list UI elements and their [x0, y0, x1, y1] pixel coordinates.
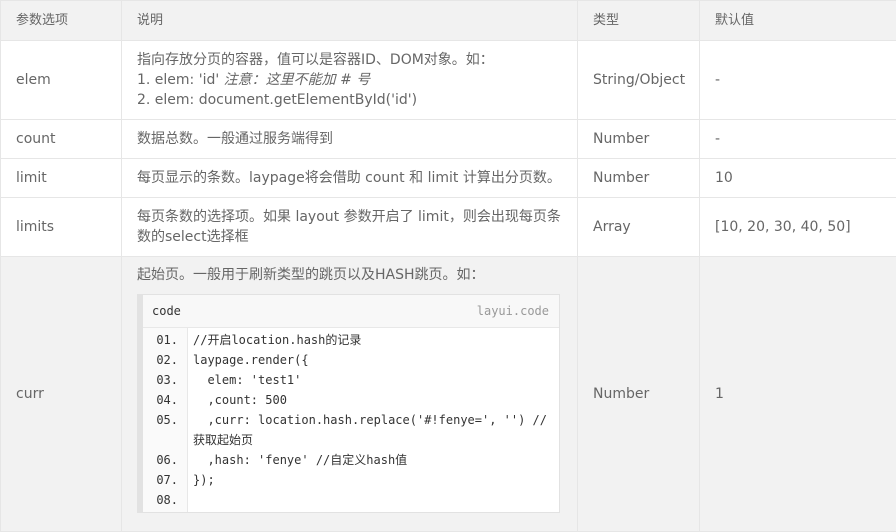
desc-line-1-note: 注意：这里不能加 # 号 [224, 72, 371, 88]
default-cell: 10 [700, 159, 896, 198]
type-cell: Number [578, 159, 700, 198]
param-cell: curr [1, 257, 122, 532]
line-number: 04. [143, 390, 187, 410]
desc-main: 指向存放分页的容器，值可以是容器ID、DOM对象。如： [137, 50, 562, 70]
code-block-body: 01. 02. 03. 04. 05. 06. 07. 08. //开启loca… [143, 328, 559, 512]
line-number: 08. [143, 490, 187, 510]
code-lines[interactable]: //开启location.hash的记录 laypage.render({ el… [188, 328, 559, 512]
code-block-header: code layui.code [143, 295, 559, 328]
table-row-limits: limits 每页条数的选择项。如果 layout 参数开启了 limit，则会… [1, 198, 896, 257]
default-cell: - [700, 120, 896, 159]
code-block-title: code [152, 301, 181, 321]
line-number: 01. [143, 330, 187, 350]
desc-line-1-prefix: 1. elem: 'id' [137, 72, 224, 88]
table-row-elem: elem 指向存放分页的容器，值可以是容器ID、DOM对象。如： 1. elem… [1, 41, 896, 120]
line-number: 06. [143, 450, 187, 470]
type-cell: Array [578, 198, 700, 257]
desc-line-1: 1. elem: 'id' 注意：这里不能加 # 号 [137, 70, 562, 90]
desc-cell: 起始页。一般用于刷新类型的跳页以及HASH跳页。如： code layui.co… [122, 257, 578, 532]
desc-main: 起始页。一般用于刷新类型的跳页以及HASH跳页。如： [137, 265, 562, 285]
header-default: 默认值 [700, 1, 896, 41]
line-number: 07. [143, 470, 187, 490]
desc-cell: 每页条数的选择项。如果 layout 参数开启了 limit，则会出现每页条数的… [122, 198, 578, 257]
code-block-brand: layui.code [477, 301, 549, 321]
desc-line-2: 2. elem: document.getElementById('id') [137, 90, 562, 110]
header-desc: 说明 [122, 1, 578, 41]
desc-cell: 指向存放分页的容器，值可以是容器ID、DOM对象。如： 1. elem: 'id… [122, 41, 578, 120]
default-cell: 1 [700, 257, 896, 532]
line-number: 03. [143, 370, 187, 390]
line-number: 05. [143, 410, 187, 430]
type-cell: String/Object [578, 41, 700, 120]
code-line: laypage.render({ [193, 350, 559, 370]
header-type: 类型 [578, 1, 700, 41]
line-number [143, 430, 187, 450]
params-table: 参数选项 说明 类型 默认值 elem 指向存放分页的容器，值可以是容器ID、D… [0, 0, 896, 532]
default-cell: - [700, 41, 896, 120]
type-cell: Number [578, 120, 700, 159]
code-line [193, 490, 559, 510]
type-cell: Number [578, 257, 700, 532]
code-line: ,curr: location.hash.replace('#!fenye=',… [193, 410, 559, 430]
code-block: code layui.code 01. 02. 03. 04. 05. 06. [137, 294, 560, 513]
param-cell: elem [1, 41, 122, 120]
code-line: }); [193, 470, 559, 490]
desc-cell: 每页显示的条数。laypage将会借助 count 和 limit 计算出分页数… [122, 159, 578, 198]
param-cell: limits [1, 198, 122, 257]
default-cell: [10, 20, 30, 40, 50] [700, 198, 896, 257]
code-line: 获取起始页 [193, 430, 559, 450]
desc-cell: 数据总数。一般通过服务端得到 [122, 120, 578, 159]
header-param: 参数选项 [1, 1, 122, 41]
code-line-numbers: 01. 02. 03. 04. 05. 06. 07. 08. [143, 328, 188, 512]
table-header-row: 参数选项 说明 类型 默认值 [1, 1, 896, 41]
line-number: 02. [143, 350, 187, 370]
code-line: ,count: 500 [193, 390, 559, 410]
code-line: ,hash: 'fenye' //自定义hash值 [193, 450, 559, 470]
table-row-count: count 数据总数。一般通过服务端得到 Number - [1, 120, 896, 159]
param-cell: limit [1, 159, 122, 198]
param-cell: count [1, 120, 122, 159]
code-line: //开启location.hash的记录 [193, 330, 559, 350]
table-row-limit: limit 每页显示的条数。laypage将会借助 count 和 limit … [1, 159, 896, 198]
table-row-curr: curr 起始页。一般用于刷新类型的跳页以及HASH跳页。如： code lay… [1, 257, 896, 532]
code-line: elem: 'test1' [193, 370, 559, 390]
